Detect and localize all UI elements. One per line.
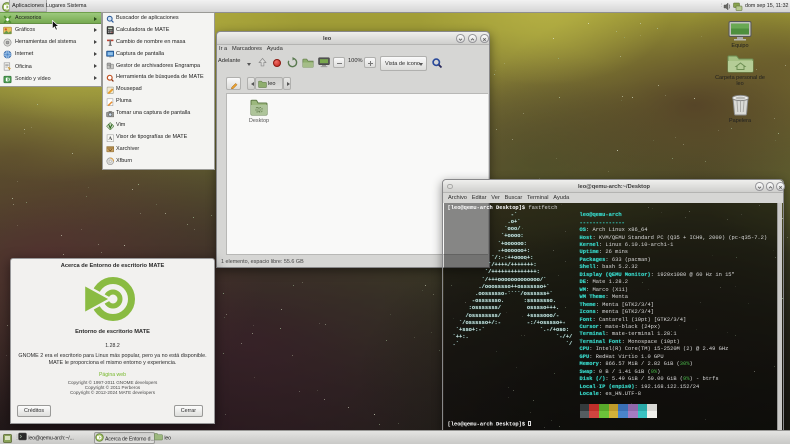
svg-text:A: A [108,136,112,142]
